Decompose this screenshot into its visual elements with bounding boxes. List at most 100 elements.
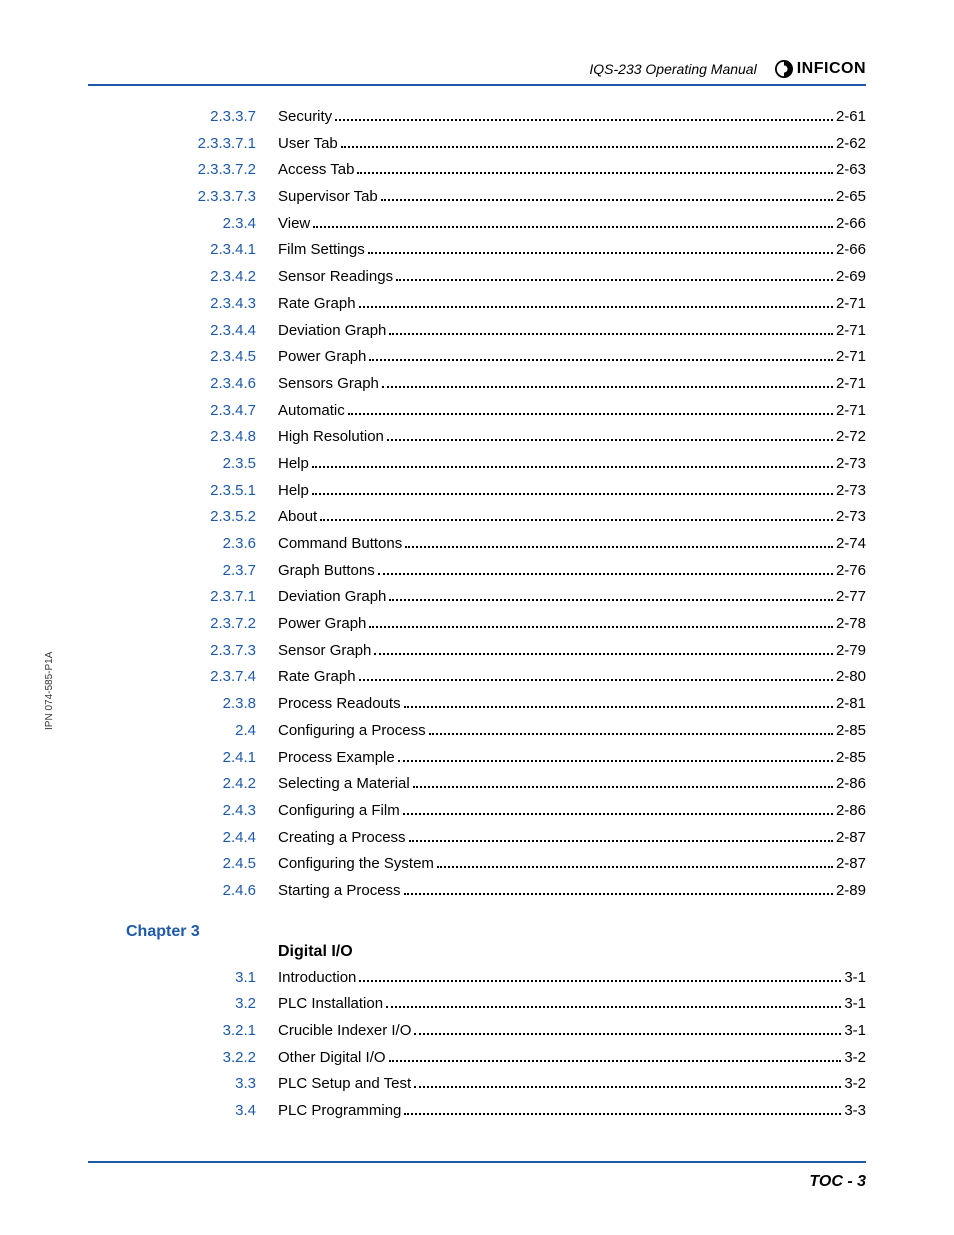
toc-section-number[interactable]: 2.3.4.7 xyxy=(126,398,278,425)
toc-entry[interactable]: 2.4.5Configuring the System2-87 xyxy=(126,851,866,878)
toc-entry-body: Sensors Graph2-71 xyxy=(278,371,866,398)
toc-entry-page: 2-71 xyxy=(836,398,866,425)
toc-entry-body: User Tab2-62 xyxy=(278,131,866,158)
toc-section-number[interactable]: 2.4.3 xyxy=(126,798,278,825)
toc-section-number[interactable]: 2.3.7.4 xyxy=(126,664,278,691)
toc-leader-dots xyxy=(368,252,833,254)
toc-section-number[interactable]: 2.3.7.1 xyxy=(126,584,278,611)
toc-entry-title: Configuring the System xyxy=(278,851,434,878)
toc-section-number[interactable]: 2.4.5 xyxy=(126,851,278,878)
toc-entry[interactable]: 2.3.4.4Deviation Graph2-71 xyxy=(126,318,866,345)
toc-entry-page: 3-2 xyxy=(844,1071,866,1098)
toc-entry-title: Sensor Readings xyxy=(278,264,393,291)
toc-entry[interactable]: 2.3.4.2Sensor Readings2-69 xyxy=(126,264,866,291)
toc-section-number[interactable]: 2.3.3.7.1 xyxy=(126,131,278,158)
toc-section-number[interactable]: 2.3.3.7.3 xyxy=(126,184,278,211)
toc-section-number[interactable]: 2.3.5.2 xyxy=(126,504,278,531)
toc-entry-title: Starting a Process xyxy=(278,878,401,905)
toc-leader-dots xyxy=(396,279,833,281)
toc-entry[interactable]: 2.3.3.7.3Supervisor Tab2-65 xyxy=(126,184,866,211)
toc-entry[interactable]: 2.4.3Configuring a Film2-86 xyxy=(126,798,866,825)
toc-entry-body: Command Buttons2-74 xyxy=(278,531,866,558)
toc-entry[interactable]: 2.3.5.1Help2-73 xyxy=(126,478,866,505)
toc-section-number[interactable]: 2.3.8 xyxy=(126,691,278,718)
toc-section-number[interactable]: 2.3.4.4 xyxy=(126,318,278,345)
toc-entry-body: Automatic2-71 xyxy=(278,398,866,425)
toc-section-number[interactable]: 2.4.1 xyxy=(126,745,278,772)
chapter-label[interactable]: Chapter 3 xyxy=(126,923,866,941)
toc-entry[interactable]: 2.3.4View2-66 xyxy=(126,211,866,238)
toc-section-number[interactable]: 3.4 xyxy=(126,1098,278,1125)
toc-section-number[interactable]: 2.4.6 xyxy=(126,878,278,905)
toc-section-number[interactable]: 3.2 xyxy=(126,991,278,1018)
toc-entry[interactable]: 2.3.7Graph Buttons2-76 xyxy=(126,558,866,585)
toc-entry[interactable]: 2.3.5.2About2-73 xyxy=(126,504,866,531)
toc-entry[interactable]: 2.3.3.7.2Access Tab2-63 xyxy=(126,157,866,184)
toc-entry[interactable]: 2.3.3.7Security2-61 xyxy=(126,104,866,131)
toc-entry-body: Starting a Process2-89 xyxy=(278,878,866,905)
toc-section-number[interactable]: 2.4.2 xyxy=(126,771,278,798)
toc-section-number[interactable]: 3.3 xyxy=(126,1071,278,1098)
toc-entry[interactable]: 2.3.4.6Sensors Graph2-71 xyxy=(126,371,866,398)
toc-entry[interactable]: 3.2.2Other Digital I/O3-2 xyxy=(126,1045,866,1072)
toc-entry[interactable]: 2.3.3.7.1User Tab2-62 xyxy=(126,131,866,158)
toc-entry[interactable]: 2.4.2Selecting a Material2-86 xyxy=(126,771,866,798)
toc-entry[interactable]: 2.3.4.7Automatic2-71 xyxy=(126,398,866,425)
toc-entry[interactable]: 2.4.6Starting a Process2-89 xyxy=(126,878,866,905)
toc-section-number[interactable]: 2.3.4.3 xyxy=(126,291,278,318)
toc-entry-title: High Resolution xyxy=(278,424,384,451)
page-header: IQS-233 Operating Manual INFICON xyxy=(88,60,866,78)
toc-entry-body: High Resolution2-72 xyxy=(278,424,866,451)
toc-section-number[interactable]: 2.3.5 xyxy=(126,451,278,478)
toc-section-number[interactable]: 2.3.7.3 xyxy=(126,638,278,665)
toc-section-number[interactable]: 2.3.4.6 xyxy=(126,371,278,398)
toc-entry[interactable]: 2.3.6Command Buttons2-74 xyxy=(126,531,866,558)
toc-entry[interactable]: 2.3.4.8High Resolution2-72 xyxy=(126,424,866,451)
toc-entry-body: Rate Graph2-71 xyxy=(278,291,866,318)
toc-section-number[interactable]: 2.3.4 xyxy=(126,211,278,238)
toc-entry[interactable]: 2.3.7.3Sensor Graph2-79 xyxy=(126,638,866,665)
toc-entry[interactable]: 2.4.1Process Example2-85 xyxy=(126,745,866,772)
toc-leader-dots xyxy=(389,1060,842,1062)
toc-entry-page: 2-61 xyxy=(836,104,866,131)
toc-entry-page: 2-85 xyxy=(836,718,866,745)
toc-entry[interactable]: 3.3PLC Setup and Test3-2 xyxy=(126,1071,866,1098)
toc-section-number[interactable]: 2.3.4.8 xyxy=(126,424,278,451)
toc-leader-dots xyxy=(359,679,833,681)
toc-leader-dots xyxy=(313,226,833,228)
toc-section-number[interactable]: 2.3.4.2 xyxy=(126,264,278,291)
toc-entry[interactable]: 2.4Configuring a Process2-85 xyxy=(126,718,866,745)
toc-section-number[interactable]: 2.3.3.7 xyxy=(126,104,278,131)
toc-entry[interactable]: 2.4.4Creating a Process2-87 xyxy=(126,825,866,852)
toc-section-number[interactable]: 2.3.7 xyxy=(126,558,278,585)
toc-section-number[interactable]: 3.1 xyxy=(126,965,278,992)
toc-section-number[interactable]: 3.2.2 xyxy=(126,1045,278,1072)
toc-section-number[interactable]: 2.4.4 xyxy=(126,825,278,852)
toc-entry[interactable]: 2.3.5Help2-73 xyxy=(126,451,866,478)
toc-entry[interactable]: 3.2.1Crucible Indexer I/O3-1 xyxy=(126,1018,866,1045)
toc-section-number[interactable]: 2.3.5.1 xyxy=(126,478,278,505)
toc-entry-page: 2-73 xyxy=(836,451,866,478)
toc-section-number[interactable]: 2.3.7.2 xyxy=(126,611,278,638)
toc-entry[interactable]: 2.3.7.1Deviation Graph2-77 xyxy=(126,584,866,611)
toc-entry[interactable]: 2.3.7.2Power Graph2-78 xyxy=(126,611,866,638)
toc-entry[interactable]: 3.4PLC Programming3-3 xyxy=(126,1098,866,1125)
toc-section-number[interactable]: 3.2.1 xyxy=(126,1018,278,1045)
toc-leader-dots xyxy=(357,172,833,174)
toc-entry[interactable]: 3.2PLC Installation3-1 xyxy=(126,991,866,1018)
toc-entry[interactable]: 3.1Introduction3-1 xyxy=(126,965,866,992)
toc-entry[interactable]: 2.3.8Process Readouts2-81 xyxy=(126,691,866,718)
toc-section-number[interactable]: 2.3.3.7.2 xyxy=(126,157,278,184)
toc-entry[interactable]: 2.3.7.4Rate Graph2-80 xyxy=(126,664,866,691)
toc-entry-title: Sensor Graph xyxy=(278,638,371,665)
toc-entry[interactable]: 2.3.4.3Rate Graph2-71 xyxy=(126,291,866,318)
toc-entry-body: Introduction3-1 xyxy=(278,965,866,992)
toc-section-number[interactable]: 2.3.4.5 xyxy=(126,344,278,371)
toc-section-number[interactable]: 2.4 xyxy=(126,718,278,745)
chapter-toc-list: 3.1Introduction3-13.2PLC Installation3-1… xyxy=(126,965,866,1125)
toc-entry-page: 2-86 xyxy=(836,771,866,798)
toc-entry[interactable]: 2.3.4.5Power Graph2-71 xyxy=(126,344,866,371)
toc-entry[interactable]: 2.3.4.1Film Settings2-66 xyxy=(126,237,866,264)
toc-section-number[interactable]: 2.3.6 xyxy=(126,531,278,558)
toc-section-number[interactable]: 2.3.4.1 xyxy=(126,237,278,264)
